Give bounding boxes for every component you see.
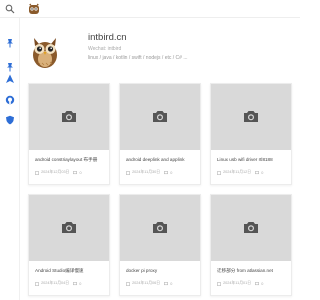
post-thumbnail[interactable] — [211, 84, 291, 150]
post-title[interactable]: Android Studio编译慢速 — [35, 268, 107, 274]
calendar-icon — [217, 281, 221, 286]
post-date: 2024年11月04日 — [41, 281, 70, 285]
calendar-icon — [35, 170, 39, 175]
post-thumbnail[interactable] — [29, 84, 109, 150]
post-date: 2024年11月30日 — [132, 170, 161, 174]
comment-icon — [164, 170, 169, 174]
post-comment-count: 0 — [79, 281, 82, 286]
camera-icon — [62, 111, 76, 122]
pin-icon[interactable] — [5, 38, 15, 48]
post-card[interactable]: android constriaylayout 布手册 2024年12月03日 … — [28, 83, 110, 185]
post-comment-count: 0 — [170, 281, 173, 286]
post-card[interactable]: docker pi proxy 2024年11月06日 0 — [119, 194, 201, 296]
post-thumbnail[interactable] — [120, 195, 200, 261]
comment-icon — [164, 281, 169, 285]
owl-logo-icon[interactable] — [28, 3, 40, 15]
post-date: 2024年11月06日 — [132, 281, 161, 285]
post-title[interactable]: android constriaylayout 布手册 — [35, 157, 107, 163]
camera-icon — [62, 222, 76, 233]
comment-icon — [255, 281, 260, 285]
post-card[interactable]: 迁移部分 from atlassian.net 2024年11月01日 0 — [210, 194, 292, 296]
post-date: 2024年11月01日 — [223, 281, 252, 285]
camera-icon — [244, 222, 258, 233]
post-title[interactable]: docker pi proxy — [126, 268, 198, 273]
post-thumbnail[interactable] — [211, 195, 291, 261]
post-comment-count: 0 — [261, 170, 264, 175]
site-title[interactable]: intbird.cn — [88, 32, 127, 43]
calendar-icon — [217, 170, 221, 175]
pin-icon[interactable] — [5, 62, 15, 72]
profile-header: intbird.cn Wechat: intbird linux / java … — [20, 18, 300, 80]
site-tags: linux / java / kotlin / swift / nodejs /… — [88, 55, 188, 61]
post-meta: 2024年11月06日 0 — [126, 281, 172, 286]
camera-icon — [153, 111, 167, 122]
post-meta: 2024年11月12日 0 — [217, 170, 263, 175]
camera-icon — [244, 111, 258, 122]
post-comment-count: 0 — [170, 170, 173, 175]
navigate-icon[interactable] — [5, 74, 15, 84]
post-date: 2024年11月12日 — [223, 170, 252, 174]
comment-icon — [255, 170, 260, 174]
post-date: 2024年12月03日 — [41, 170, 70, 174]
post-meta: 2024年12月03日 0 — [35, 170, 82, 175]
post-meta: 2024年11月04日 0 — [35, 281, 81, 286]
calendar-icon — [126, 170, 130, 175]
post-thumbnail[interactable] — [29, 195, 109, 261]
search-icon[interactable] — [5, 4, 15, 14]
calendar-icon — [35, 281, 39, 286]
calendar-icon — [126, 281, 130, 286]
site-subtitle: Wechat: intbird — [88, 46, 122, 52]
post-card[interactable]: Android Studio编译慢速 2024年11月04日 0 — [28, 194, 110, 296]
owl-avatar-icon — [33, 38, 57, 68]
post-card[interactable]: android deeplink and applink 2024年11月30日… — [119, 83, 201, 185]
post-title[interactable]: Linux usb wifi driver rtl8188 — [217, 157, 289, 162]
comment-icon — [73, 170, 78, 174]
post-meta: 2024年11月30日 0 — [126, 170, 172, 175]
camera-icon — [153, 222, 167, 233]
post-comment-count: 0 — [261, 281, 264, 286]
post-title[interactable]: android deeplink and applink — [126, 157, 198, 162]
post-title[interactable]: 迁移部分 from atlassian.net — [217, 268, 289, 274]
post-meta: 2024年11月01日 0 — [217, 281, 263, 286]
post-card[interactable]: Linux usb wifi driver rtl8188 2024年11月12… — [210, 83, 292, 185]
comment-icon — [73, 281, 78, 285]
shield-icon[interactable] — [5, 115, 15, 125]
github-icon[interactable] — [5, 95, 15, 105]
top-bar — [0, 0, 300, 18]
post-thumbnail[interactable] — [120, 84, 200, 150]
post-comment-count: 0 — [79, 170, 82, 175]
left-rail — [0, 18, 20, 300]
